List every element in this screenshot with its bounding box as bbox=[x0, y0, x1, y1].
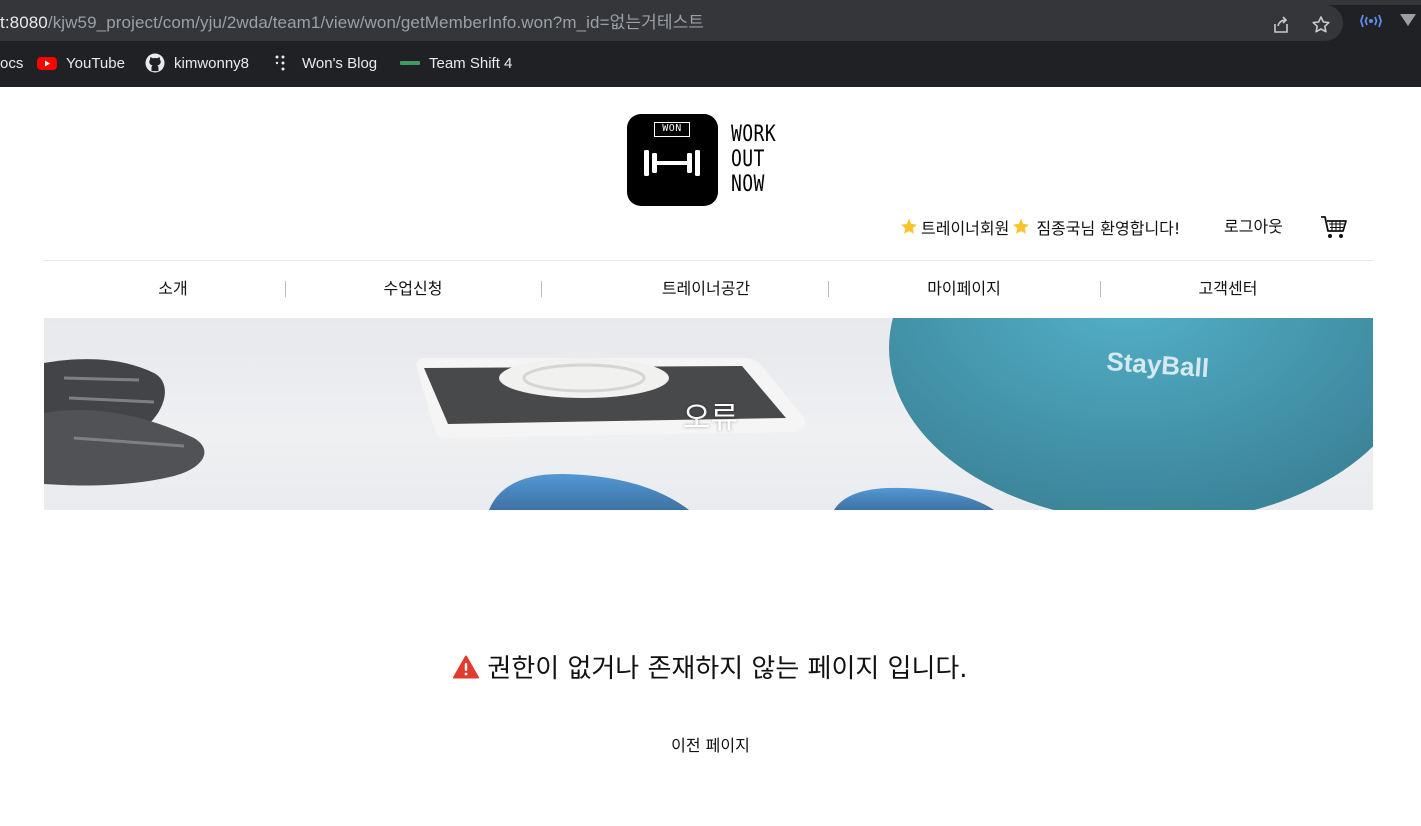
page-title: 오류 bbox=[682, 401, 739, 436]
bookmark-youtube[interactable]: YouTube bbox=[37, 46, 125, 80]
previous-page-button[interactable]: 이전 페이지 bbox=[671, 736, 750, 755]
bookmark-label: Team Shift 4 bbox=[429, 54, 513, 72]
blog-icon bbox=[275, 55, 285, 71]
nav-separator bbox=[285, 281, 286, 297]
bookmark-star-icon[interactable] bbox=[1311, 15, 1331, 35]
nav-item-trainer-space[interactable]: 트레이너공간 bbox=[662, 271, 750, 307]
error-text: 권한이 없거나 존재하지 않는 페이지 입니다. bbox=[487, 654, 968, 684]
site-logo[interactable]: WON bbox=[627, 114, 718, 206]
nav-item-mypage[interactable]: 마이페이지 bbox=[927, 271, 1001, 307]
member-role: 트레이너회원 bbox=[921, 219, 1010, 238]
nav-separator bbox=[828, 281, 829, 297]
bookmark-label: ocs bbox=[0, 54, 24, 72]
bookmark-label: kimwonny8 bbox=[174, 54, 250, 72]
dumbbell-icon bbox=[644, 150, 700, 176]
logout-link[interactable]: 로그아웃 bbox=[1224, 213, 1283, 241]
bookmark-github[interactable]: kimwonny8 bbox=[145, 46, 249, 80]
nav-item-support[interactable]: 고객센터 bbox=[1199, 271, 1258, 307]
bookmark-blog[interactable]: Won's Blog bbox=[273, 46, 377, 80]
nav-item-class-apply[interactable]: 수업신청 bbox=[384, 271, 443, 307]
warning-icon bbox=[453, 655, 480, 678]
previous-page-link: 이전 페이지 bbox=[0, 732, 1421, 756]
star-icon bbox=[901, 218, 917, 234]
user-greeting: 트레이너회원 짐종국님 환영합니다! bbox=[900, 213, 1180, 241]
nav-separator bbox=[541, 281, 542, 297]
share-icon[interactable] bbox=[1271, 15, 1291, 35]
logo-line: WORK bbox=[731, 122, 777, 147]
main-nav: 소개 수업신청 트레이너공간 마이페이지 고객센터 bbox=[44, 271, 1373, 307]
bookmark-docs[interactable]: ocs bbox=[0, 46, 23, 80]
extension-icon[interactable] bbox=[1360, 11, 1382, 31]
cart-icon[interactable] bbox=[1320, 214, 1348, 240]
error-message: 권한이 없거나 존재하지 않는 페이지 입니다. bbox=[0, 648, 1421, 685]
team-icon bbox=[400, 61, 420, 65]
address-bar[interactable]: t:8080/kjw59_project/com/yju/2wda/team1/… bbox=[0, 5, 1343, 41]
browser-chrome: t:8080/kjw59_project/com/yju/2wda/team1/… bbox=[0, 0, 1421, 87]
logo-wordmark: WORK OUT NOW bbox=[731, 122, 797, 197]
address-url[interactable]: t:8080/kjw59_project/com/yju/2wda/team1/… bbox=[0, 5, 704, 41]
github-icon bbox=[145, 53, 165, 73]
bookmark-team[interactable]: Team Shift 4 bbox=[400, 46, 512, 80]
bookmark-label: Won's Blog bbox=[302, 54, 378, 72]
bookmarks-bar: ocs YouTube kimwonny8 Won's Blog Team Sh… bbox=[0, 46, 1421, 80]
logo-badge: WON bbox=[654, 122, 690, 137]
bookmark-label: YouTube bbox=[66, 54, 125, 72]
nav-divider bbox=[44, 260, 1373, 261]
welcome-text: 짐종국님 환영합니다! bbox=[1036, 219, 1181, 238]
nav-item-about[interactable]: 소개 bbox=[158, 271, 187, 307]
youtube-icon bbox=[37, 57, 57, 70]
nav-separator bbox=[1100, 281, 1101, 297]
chrome-menu-icon[interactable] bbox=[1399, 12, 1417, 28]
logo-line: OUT bbox=[731, 147, 765, 172]
logo-line: NOW bbox=[731, 172, 765, 197]
star-icon bbox=[1013, 218, 1030, 234]
